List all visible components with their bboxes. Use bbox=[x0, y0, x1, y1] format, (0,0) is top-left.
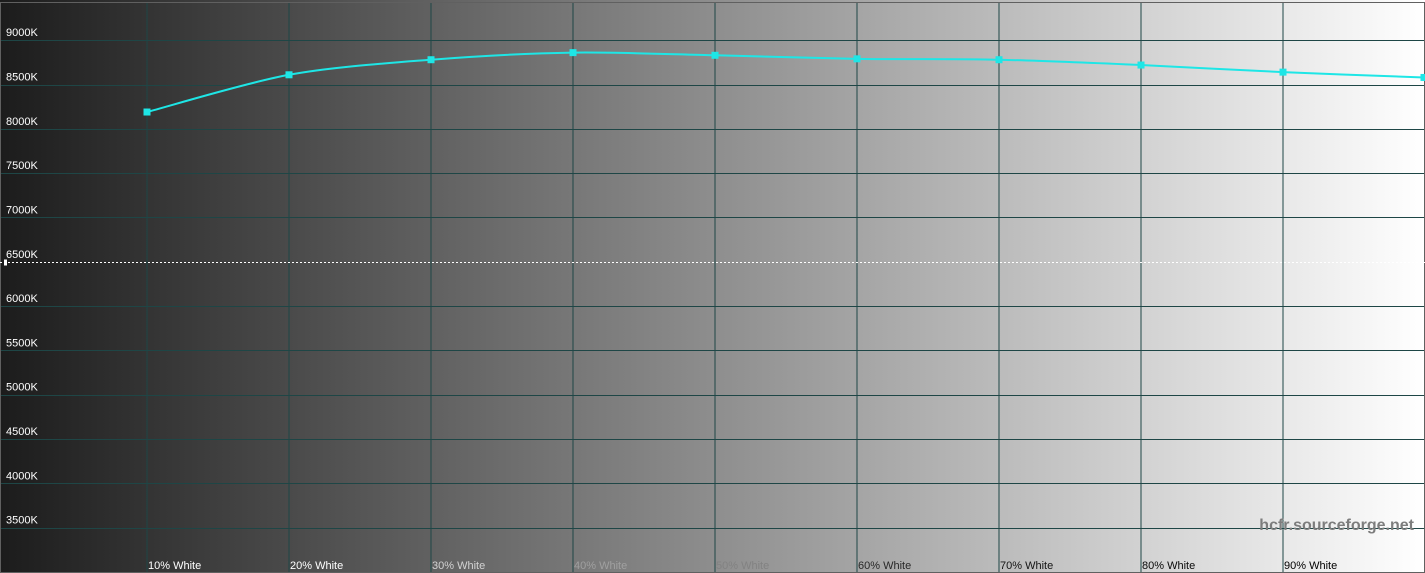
x-tick-label: 50% White bbox=[716, 560, 769, 572]
data-point bbox=[427, 56, 435, 64]
y-tick-label: 6000K bbox=[6, 293, 38, 305]
data-point bbox=[995, 56, 1003, 64]
watermark-text: hcfr.sourceforge.net bbox=[1259, 517, 1414, 534]
data-point bbox=[711, 51, 719, 59]
y-tick-label: 9000K bbox=[6, 27, 38, 39]
x-axis-ticks: 10% White 20% White 30% White 40% White 50% … bbox=[148, 560, 1337, 572]
x-tick-label: 70% White bbox=[1000, 560, 1053, 572]
y-tick-label: 7000K bbox=[6, 204, 38, 216]
x-tick-label: 40% White bbox=[574, 560, 627, 572]
y-tick-label: 4000K bbox=[6, 470, 38, 482]
chart-area: 9000K 8500K 8000K 7500K 7000K 6500K 6000K 5500K… bbox=[0, 0, 1425, 573]
data-point bbox=[1420, 73, 1425, 81]
y-tick-label: 5500K bbox=[6, 337, 38, 349]
x-tick-label: 20% White bbox=[290, 560, 343, 572]
y-tick-label: 6500K bbox=[6, 249, 38, 261]
y-tick-label: 5000K bbox=[6, 382, 38, 394]
x-tick-label: 60% White bbox=[858, 560, 911, 572]
y-tick-label: 3500K bbox=[6, 515, 38, 527]
y-tick-label: 7500K bbox=[6, 160, 38, 172]
data-point bbox=[569, 49, 577, 57]
y-tick-label: 8500K bbox=[6, 72, 38, 84]
y-tick-label: 4500K bbox=[6, 426, 38, 438]
x-tick-label: 80% White bbox=[1142, 560, 1195, 572]
data-point bbox=[853, 55, 861, 63]
x-tick-label: 90% White bbox=[1284, 560, 1337, 572]
data-point bbox=[1137, 61, 1145, 69]
y-tick-label: 8000K bbox=[6, 116, 38, 128]
data-point bbox=[143, 108, 151, 116]
data-point bbox=[285, 71, 293, 79]
x-tick-label: 10% White bbox=[148, 560, 201, 572]
data-point bbox=[1279, 68, 1287, 76]
x-tick-label: 30% White bbox=[432, 560, 485, 572]
grayscale-color-temperature-chart: 9000K 8500K 8000K 7500K 7000K 6500K 6000K 5500K… bbox=[0, 0, 1425, 573]
